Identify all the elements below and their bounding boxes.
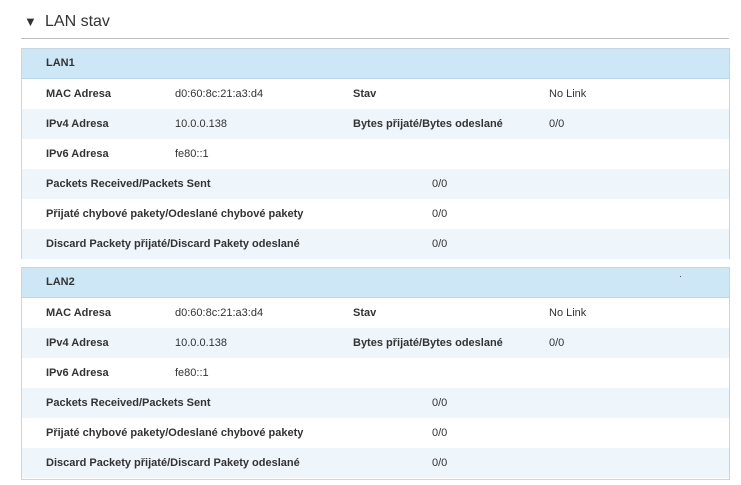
lan1-row-discard: Discard Packety přijaté/Discard Pakety o…: [22, 229, 729, 259]
mac-value: d0:60:8c:21:a3:d4: [175, 307, 264, 319]
lan1-panel: LAN1 MAC Adresa d0:60:8c:21:a3:d4 Stav N…: [21, 48, 730, 259]
mac-value: d0:60:8c:21:a3:d4: [175, 88, 264, 100]
mac-label: MAC Adresa: [46, 307, 111, 319]
errors-value: 0/0: [432, 427, 448, 439]
ipv6-value: fe80::1: [175, 148, 209, 160]
discard-value: 0/0: [432, 238, 448, 250]
ipv6-label: IPv6 Adresa: [46, 148, 109, 160]
bytes-label: Bytes přijaté/Bytes odeslané: [353, 118, 503, 130]
lan2-row-ipv6: IPv6 Adresa fe80::1: [22, 358, 729, 388]
discard-label: Discard Packety přijaté/Discard Pakety o…: [46, 238, 300, 250]
ipv4-value: 10.0.0.138: [175, 118, 227, 130]
lan1-row-packets: Packets Received/Packets Sent 0/0: [22, 169, 729, 199]
section-title: LAN stav: [45, 13, 110, 30]
lan1-row-ipv6: IPv6 Adresa fe80::1: [22, 139, 729, 169]
bytes-value: 0/0: [549, 118, 565, 130]
stav-value: No Link: [549, 88, 587, 100]
lan2-title: LAN2: [22, 268, 729, 298]
ipv4-value: 10.0.0.138: [175, 337, 227, 349]
stav-value: No Link: [549, 307, 587, 319]
lan1-row-ipv4: IPv4 Adresa 10.0.0.138 Bytes přijaté/Byt…: [22, 109, 729, 139]
collapse-toggle-icon[interactable]: ▼: [24, 14, 37, 30]
lan1-row-errors: Přijaté chybové pakety/Odeslané chybové …: [22, 199, 729, 229]
lan2-panel: LAN2 MAC Adresa d0:60:8c:21:a3:d4 Stav N…: [21, 267, 730, 480]
lan2-row-discard: Discard Packety přijaté/Discard Pakety o…: [22, 448, 729, 478]
lan2-row-ipv4: IPv4 Adresa 10.0.0.138 Bytes přijaté/Byt…: [22, 328, 729, 358]
lan-status-section-header[interactable]: ▼ LAN stav: [21, 8, 729, 39]
lan2-row-packets: Packets Received/Packets Sent 0/0: [22, 388, 729, 418]
ipv4-label: IPv4 Adresa: [46, 337, 109, 349]
stav-label: Stav: [353, 88, 377, 100]
lan2-row-mac: MAC Adresa d0:60:8c:21:a3:d4 Stav No Lin…: [22, 298, 729, 328]
packets-label: Packets Received/Packets Sent: [46, 178, 211, 190]
errors-value: 0/0: [432, 208, 448, 220]
packets-value: 0/0: [432, 178, 448, 190]
mac-label: MAC Adresa: [46, 88, 111, 100]
packets-label: Packets Received/Packets Sent: [46, 397, 211, 409]
ipv6-value: fe80::1: [175, 367, 209, 379]
lan1-row-mac: MAC Adresa d0:60:8c:21:a3:d4 Stav No Lin…: [22, 79, 729, 109]
bytes-value: 0/0: [549, 337, 565, 349]
stray-dot: [680, 276, 681, 277]
errors-label: Přijaté chybové pakety/Odeslané chybové …: [46, 427, 304, 439]
discard-value: 0/0: [432, 457, 448, 469]
lan2-row-errors: Přijaté chybové pakety/Odeslané chybové …: [22, 418, 729, 448]
ipv4-label: IPv4 Adresa: [46, 118, 109, 130]
bytes-label: Bytes přijaté/Bytes odeslané: [353, 337, 503, 349]
lan1-title: LAN1: [22, 49, 729, 79]
errors-label: Přijaté chybové pakety/Odeslané chybové …: [46, 208, 304, 220]
discard-label: Discard Packety přijaté/Discard Pakety o…: [46, 457, 300, 469]
stav-label: Stav: [353, 307, 377, 319]
ipv6-label: IPv6 Adresa: [46, 367, 109, 379]
packets-value: 0/0: [432, 397, 448, 409]
